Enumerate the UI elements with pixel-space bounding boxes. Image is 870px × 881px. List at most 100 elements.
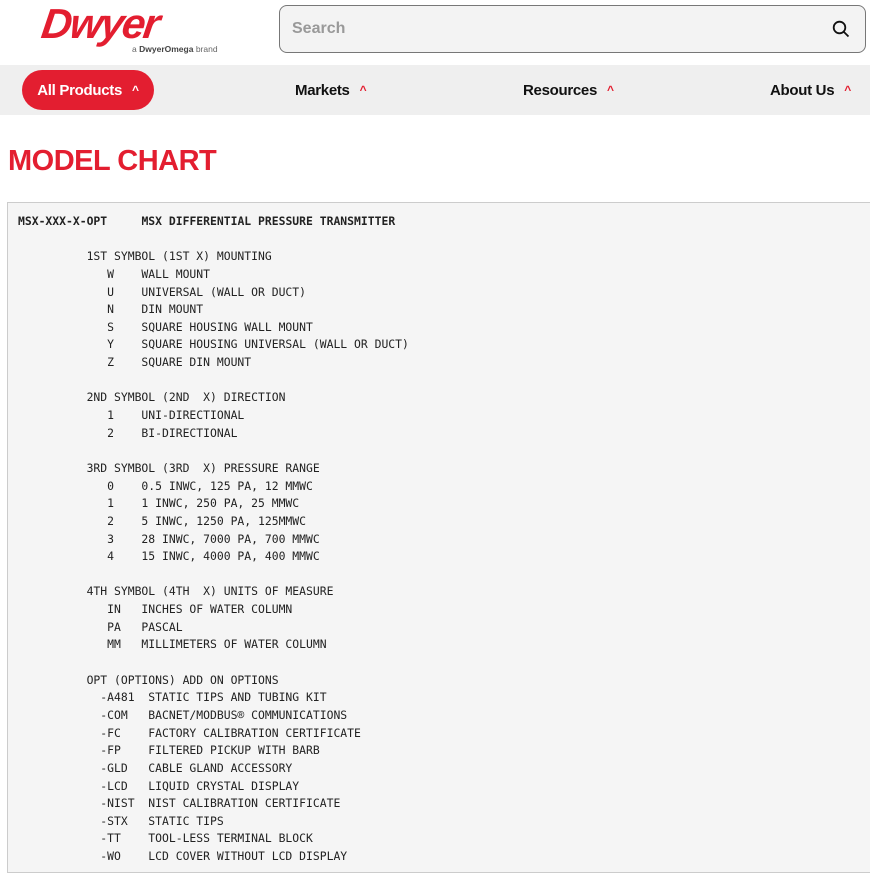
nav-resources[interactable]: Resources ^ — [523, 65, 614, 115]
chevron-up-icon: ^ — [132, 83, 139, 97]
heading-text: 2ND SYMBOL (2ND X) DIRECTION — [86, 390, 286, 405]
page-title: MODEL CHART — [8, 145, 217, 177]
model-chart: MSX-XXX-X-OPT MSX DIFFERENTIAL PRESSURE T… — [7, 202, 870, 873]
item-description: FILTERED PICKUP WITH BARB — [148, 743, 320, 758]
chart-item: 1 1 INWC, 250 PA, 25 MMWC — [18, 495, 870, 513]
model-title: MSX DIFFERENTIAL PRESSURE TRANSMITTER — [141, 214, 396, 228]
item-code: 1 — [107, 408, 114, 423]
item-description: UNI-DIRECTIONAL — [141, 408, 245, 423]
item-code: 4 — [107, 549, 114, 564]
item-code: PA — [107, 619, 121, 634]
search-input[interactable] — [292, 20, 829, 38]
chart-item: 2 BI-DIRECTIONAL — [18, 425, 870, 443]
item-code: -TT — [100, 831, 121, 846]
chart-item: 4 15 INWC, 4000 PA, 400 MMWC — [18, 548, 870, 566]
section-heading: 4TH SYMBOL (4TH X) UNITS OF MEASURE — [18, 583, 870, 601]
item-code: -NIST — [100, 796, 135, 811]
search-bar — [279, 5, 866, 53]
item-description: 15 INWC, 4000 PA, 400 MMWC — [141, 549, 320, 564]
model-line: MSX-XXX-X-OPT MSX DIFFERENTIAL PRESSURE T… — [18, 213, 870, 231]
chart-item: -WO LCD COVER WITHOUT LCD DISPLAY — [18, 848, 870, 866]
item-description: LIQUID CRYSTAL DISPLAY — [148, 778, 300, 793]
item-code: -A481 — [100, 690, 135, 705]
chart-item: 0 0.5 INWC, 125 PA, 12 MMWC — [18, 478, 870, 496]
nav-label: Resources — [523, 81, 598, 99]
item-code: 2 — [107, 513, 114, 528]
item-code: -COM — [100, 707, 128, 722]
section-heading: 1ST SYMBOL (1ST X) MOUNTING — [18, 248, 870, 266]
chart-item: -FP FILTERED PICKUP WITH BARB — [18, 742, 870, 760]
item-description: BI-DIRECTIONAL — [141, 425, 238, 440]
chart-item: -A481 STATIC TIPS AND TUBING KIT — [18, 689, 870, 707]
nav-label: All Products — [37, 81, 123, 99]
chart-item: -LCD LIQUID CRYSTAL DISPLAY — [18, 778, 870, 796]
item-description: SQUARE HOUSING UNIVERSAL (WALL OR DUCT) — [141, 337, 409, 352]
nav-about-us[interactable]: About Us ^ — [770, 65, 851, 115]
chart-item: -STX STATIC TIPS — [18, 813, 870, 831]
chart-item: Y SQUARE HOUSING UNIVERSAL (WALL OR DUCT) — [18, 336, 870, 354]
item-code: IN — [107, 602, 121, 617]
chart-item: N DIN MOUNT — [18, 301, 870, 319]
section-heading: 3RD SYMBOL (3RD X) PRESSURE RANGE — [18, 460, 870, 478]
item-code: Z — [107, 355, 114, 370]
item-code: -FC — [100, 725, 121, 740]
item-description: 1 INWC, 250 PA, 25 MMWC — [141, 496, 300, 511]
item-code: -STX — [100, 813, 128, 828]
item-code: -GLD — [100, 760, 128, 775]
item-description: NIST CALIBRATION CERTIFICATE — [148, 796, 341, 811]
chart-item: PA PASCAL — [18, 619, 870, 637]
item-description: STATIC TIPS — [148, 813, 224, 828]
item-code: Y — [107, 337, 114, 352]
nav-markets[interactable]: Markets ^ — [295, 65, 367, 115]
chart-item: 2 5 INWC, 1250 PA, 125MMWC — [18, 513, 870, 531]
item-description: 0.5 INWC, 125 PA, 12 MMWC — [141, 478, 313, 493]
item-code: -LCD — [100, 778, 128, 793]
item-description: BACNET/MODBUS® COMMUNICATIONS — [148, 707, 348, 722]
dwyer-logo[interactable]: Dwyer a DwyerOmega brand — [38, 0, 220, 58]
item-description: WALL MOUNT — [141, 266, 210, 281]
item-description: DIN MOUNT — [141, 302, 204, 317]
section-heading: OPT (OPTIONS) ADD ON OPTIONS — [18, 672, 870, 690]
heading-text: 3RD SYMBOL (3RD X) PRESSURE RANGE — [86, 460, 320, 475]
nav-label: About Us — [770, 81, 835, 99]
item-description: LCD COVER WITHOUT LCD DISPLAY — [148, 849, 348, 864]
chart-item: U UNIVERSAL (WALL OR DUCT) — [18, 284, 870, 302]
item-description: UNIVERSAL (WALL OR DUCT) — [141, 284, 307, 299]
logo-tagline: a DwyerOmega brand — [132, 44, 218, 54]
item-description: 28 INWC, 7000 PA, 700 MMWC — [141, 531, 320, 546]
item-code: -FP — [100, 743, 121, 758]
item-description: INCHES OF WATER COLUMN — [141, 602, 293, 617]
item-code: S — [107, 319, 114, 334]
nav-label: Markets — [295, 81, 350, 99]
nav-all-products[interactable]: All Products ^ — [22, 70, 154, 110]
chart-item: W WALL MOUNT — [18, 266, 870, 284]
search-icon[interactable] — [829, 17, 853, 41]
site-header: Dwyer a DwyerOmega brand — [0, 0, 870, 65]
item-description: TOOL-LESS TERMINAL BLOCK — [148, 831, 313, 846]
model-code: MSX-XXX-X-OPT — [18, 214, 108, 228]
logo-wordmark: Dwyer — [38, 0, 162, 47]
chart-item: 1 UNI-DIRECTIONAL — [18, 407, 870, 425]
item-code: 2 — [107, 425, 114, 440]
chart-item: S SQUARE HOUSING WALL MOUNT — [18, 319, 870, 337]
heading-text: 1ST SYMBOL (1ST X) MOUNTING — [86, 249, 272, 264]
chart-item: MM MILLIMETERS OF WATER COLUMN — [18, 636, 870, 654]
item-code: -WO — [100, 849, 121, 864]
section-heading: 2ND SYMBOL (2ND X) DIRECTION — [18, 389, 870, 407]
chevron-up-icon: ^ — [607, 83, 614, 97]
item-code: W — [107, 266, 114, 281]
item-code: N — [107, 302, 114, 317]
item-description: 5 INWC, 1250 PA, 125MMWC — [141, 513, 307, 528]
item-description: STATIC TIPS AND TUBING KIT — [148, 690, 327, 705]
item-code: 0 — [107, 478, 114, 493]
chevron-up-icon: ^ — [359, 83, 367, 97]
chart-item: -GLD CABLE GLAND ACCESSORY — [18, 760, 870, 778]
item-description: SQUARE HOUSING WALL MOUNT — [141, 319, 313, 334]
chart-item: IN INCHES OF WATER COLUMN — [18, 601, 870, 619]
item-code: 3 — [107, 531, 114, 546]
item-code: MM — [107, 637, 121, 652]
item-code: U — [107, 284, 114, 299]
